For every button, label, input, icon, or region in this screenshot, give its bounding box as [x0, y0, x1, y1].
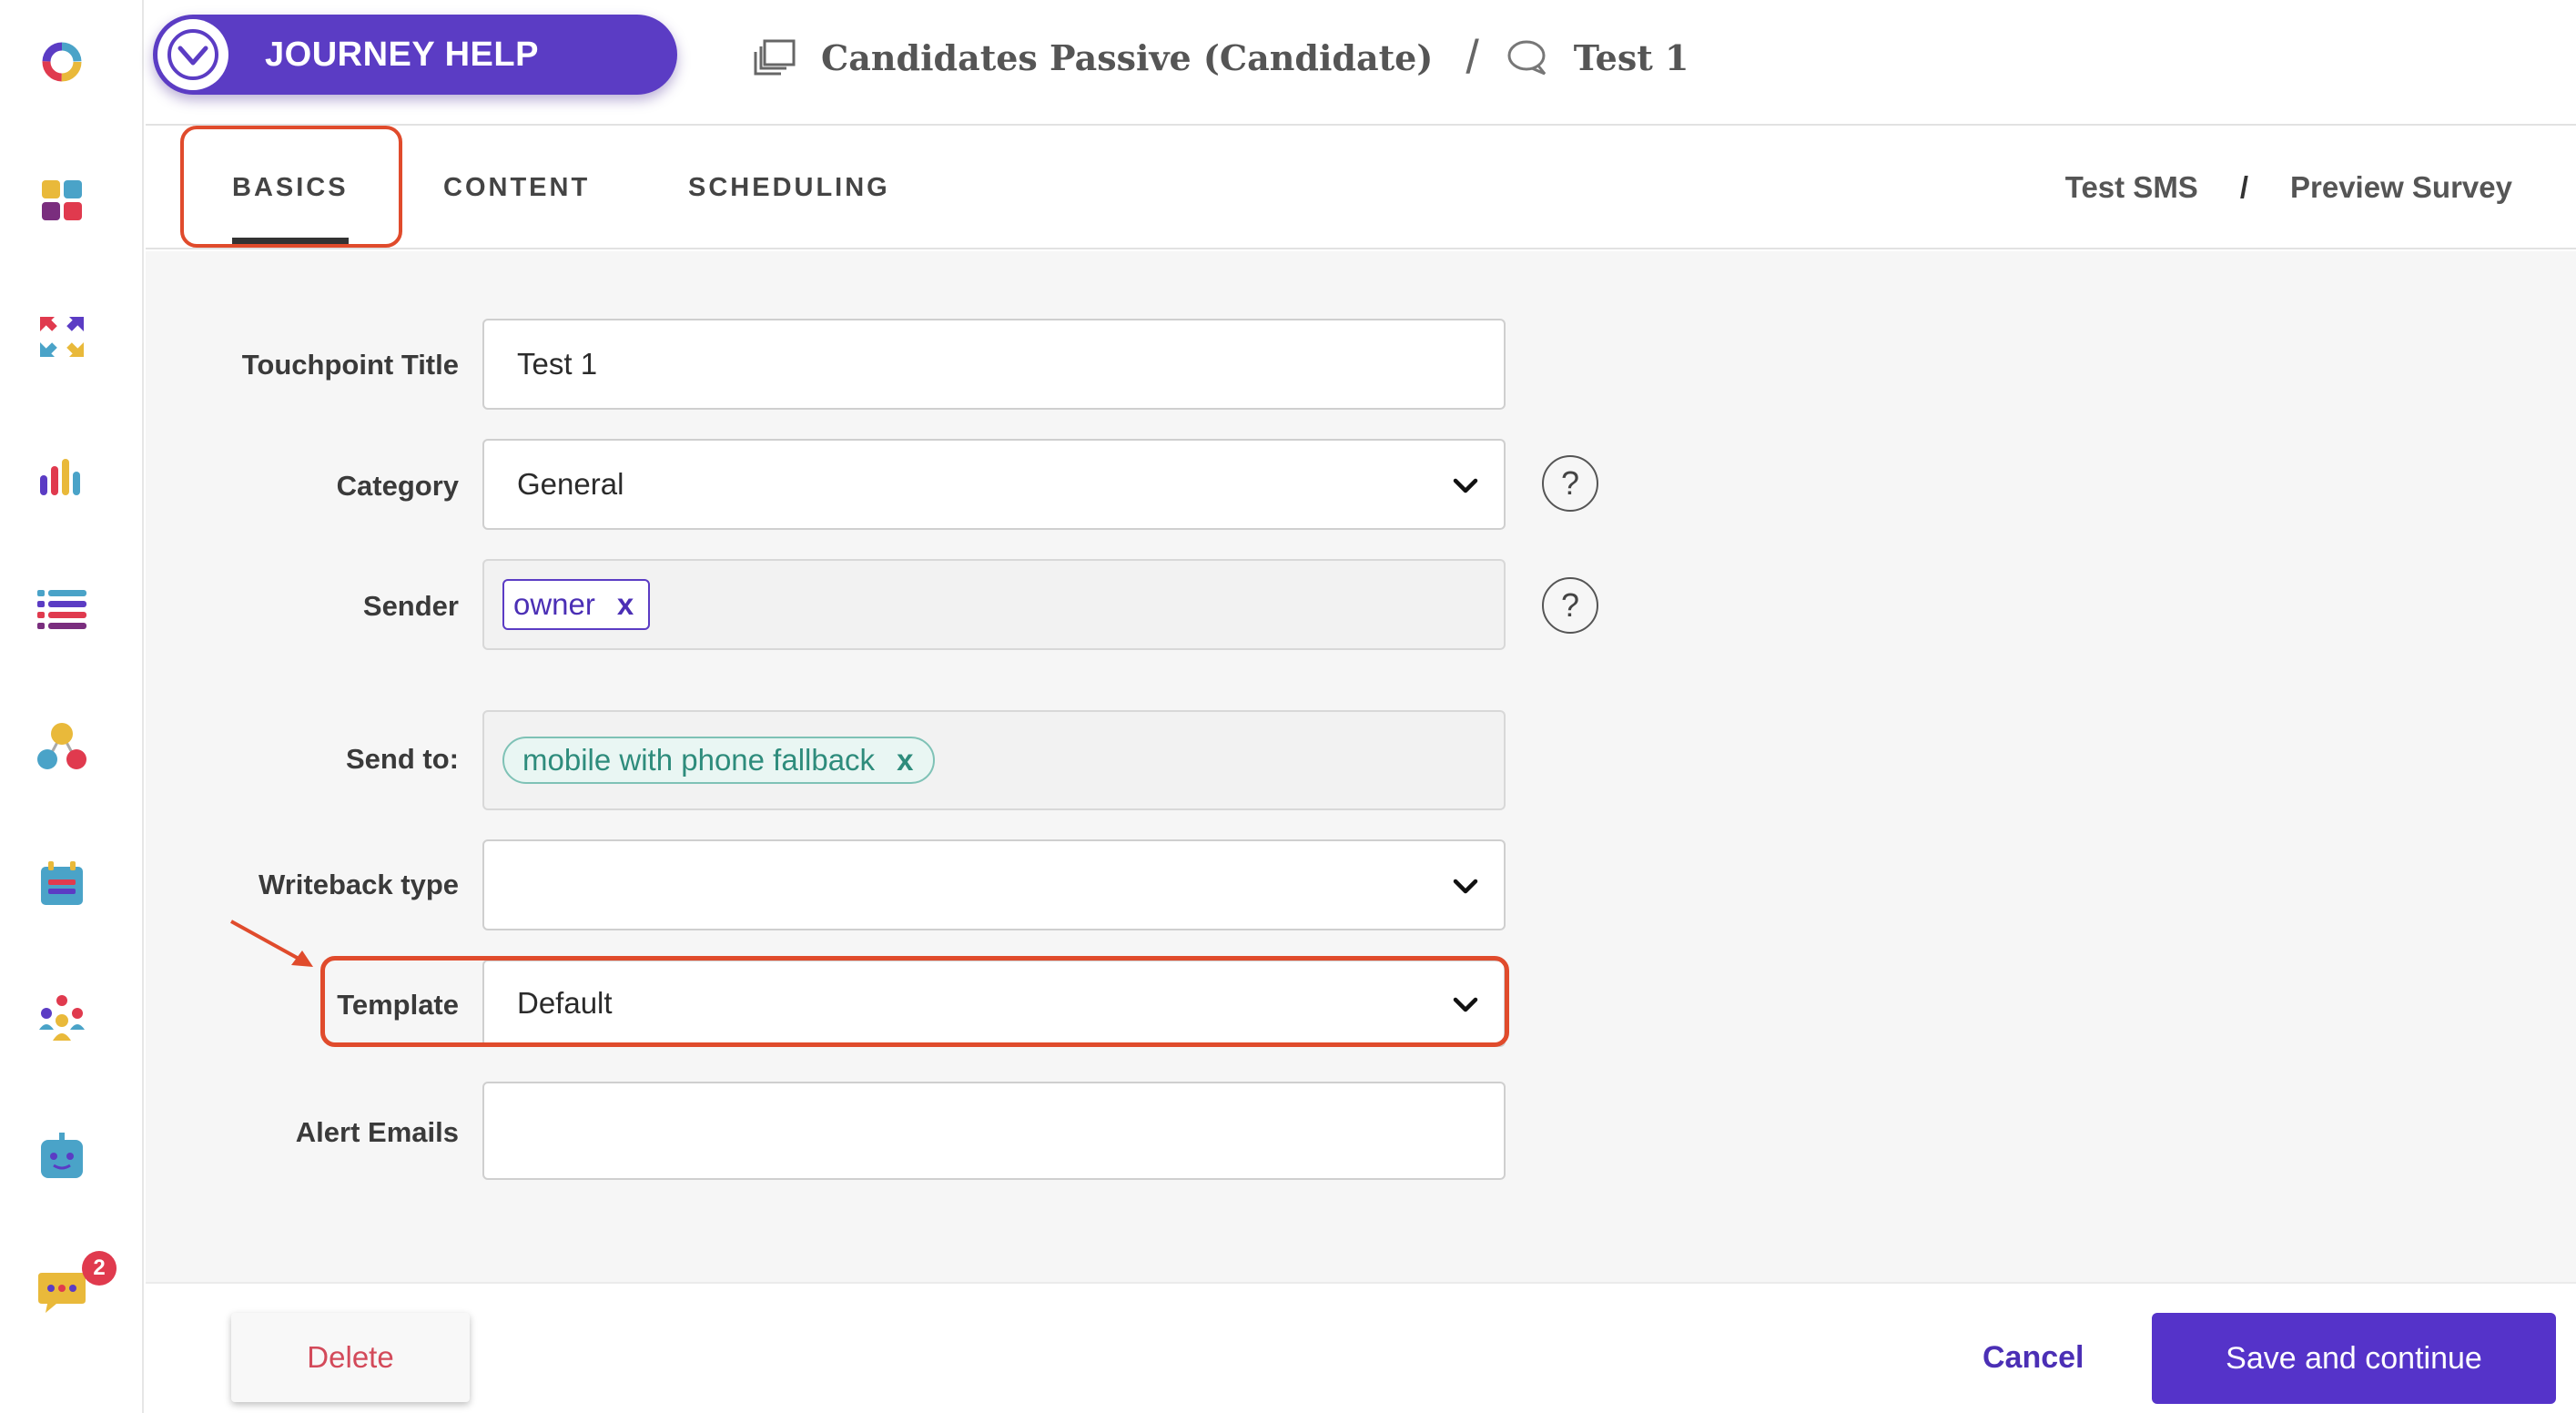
send-to-label: Send to: — [346, 743, 459, 775]
logo-ring-icon[interactable] — [35, 35, 89, 89]
alert-emails-input[interactable] — [482, 1082, 1506, 1180]
sender-field[interactable]: owner x — [482, 559, 1506, 650]
touchpoint-title-input[interactable]: Test 1 — [482, 319, 1506, 410]
chevron-down-icon — [1453, 868, 1478, 902]
top-header: JOURNEY HELP Candidates Passive (Candida… — [146, 0, 2576, 126]
left-sidebar: 2 — [0, 0, 144, 1413]
tab-bar: BASICS CONTENT SCHEDULING Test SMS / Pre… — [146, 126, 2576, 249]
chat-icon[interactable] — [35, 1266, 89, 1320]
calendar-icon[interactable] — [35, 856, 89, 910]
breadcrumb-journey[interactable]: Candidates Passive (Candidate) — [821, 37, 1433, 78]
save-and-continue-button[interactable]: Save and continue — [2152, 1313, 2556, 1404]
send-to-field[interactable]: mobile with phone fallback x — [482, 710, 1506, 810]
breadcrumb-touchpoint[interactable]: Test 1 — [1574, 37, 1689, 78]
header-links-separator: / — [2239, 170, 2248, 204]
basics-tab-highlight — [180, 126, 402, 248]
writeback-type-label: Writeback type — [259, 869, 459, 900]
header-links: Test SMS / Preview Survey — [2065, 126, 2512, 249]
category-value: General — [517, 467, 624, 501]
send-to-chip-remove[interactable]: x — [897, 743, 913, 778]
network-nodes-icon[interactable] — [35, 719, 89, 774]
chevron-down-icon — [1453, 467, 1478, 502]
alert-emails-label: Alert Emails — [295, 1116, 459, 1148]
sender-chip-label: owner — [513, 587, 595, 621]
writeback-type-select[interactable] — [482, 839, 1506, 930]
form-area: Touchpoint Title Test 1 Category General… — [146, 251, 2576, 1282]
touchpoint-title-label: Touchpoint Title — [241, 349, 459, 381]
bot-icon[interactable] — [35, 1129, 89, 1184]
sender-chip-remove[interactable]: x — [617, 587, 634, 622]
journey-help-label: JOURNEY HELP — [265, 35, 539, 74]
arrows-shuffle-icon[interactable] — [35, 310, 89, 364]
journey-copy-icon — [754, 39, 796, 76]
sender-chip[interactable]: owner x — [502, 579, 651, 630]
test-sms-link[interactable]: Test SMS — [2065, 170, 2198, 205]
breadcrumb-separator: / — [1465, 31, 1479, 84]
notification-badge: 2 — [82, 1251, 117, 1286]
category-help-icon[interactable]: ? — [1542, 455, 1598, 512]
send-to-chip[interactable]: mobile with phone fallback x — [502, 737, 936, 784]
cancel-button[interactable]: Cancel — [1983, 1313, 2084, 1402]
category-label: Category — [336, 470, 459, 502]
tab-scheduling[interactable]: SCHEDULING — [688, 126, 890, 249]
delete-button[interactable]: Delete — [231, 1313, 470, 1402]
journey-help-button[interactable]: JOURNEY HELP — [153, 15, 677, 95]
list-icon[interactable] — [35, 583, 89, 637]
bar-chart-icon[interactable] — [35, 450, 89, 504]
preview-survey-link[interactable]: Preview Survey — [2290, 170, 2512, 205]
send-to-chip-label: mobile with phone fallback — [522, 743, 876, 777]
footer-bar: Delete Cancel Save and continue — [146, 1282, 2576, 1413]
dashboard-grid-icon[interactable] — [35, 173, 89, 228]
annotation-arrow-icon — [230, 920, 313, 967]
speech-bubble-icon — [1506, 39, 1547, 76]
chevron-down-icon — [157, 19, 228, 90]
touchpoint-title-value: Test 1 — [517, 347, 598, 381]
sender-help-icon[interactable]: ? — [1542, 577, 1598, 634]
tab-content[interactable]: CONTENT — [443, 126, 590, 249]
sender-label: Sender — [362, 590, 459, 622]
category-select[interactable]: General — [482, 439, 1506, 530]
template-highlight-box — [320, 956, 1509, 1047]
team-icon[interactable] — [35, 991, 89, 1045]
breadcrumb: Candidates Passive (Candidate) / Test 1 — [754, 27, 1689, 87]
